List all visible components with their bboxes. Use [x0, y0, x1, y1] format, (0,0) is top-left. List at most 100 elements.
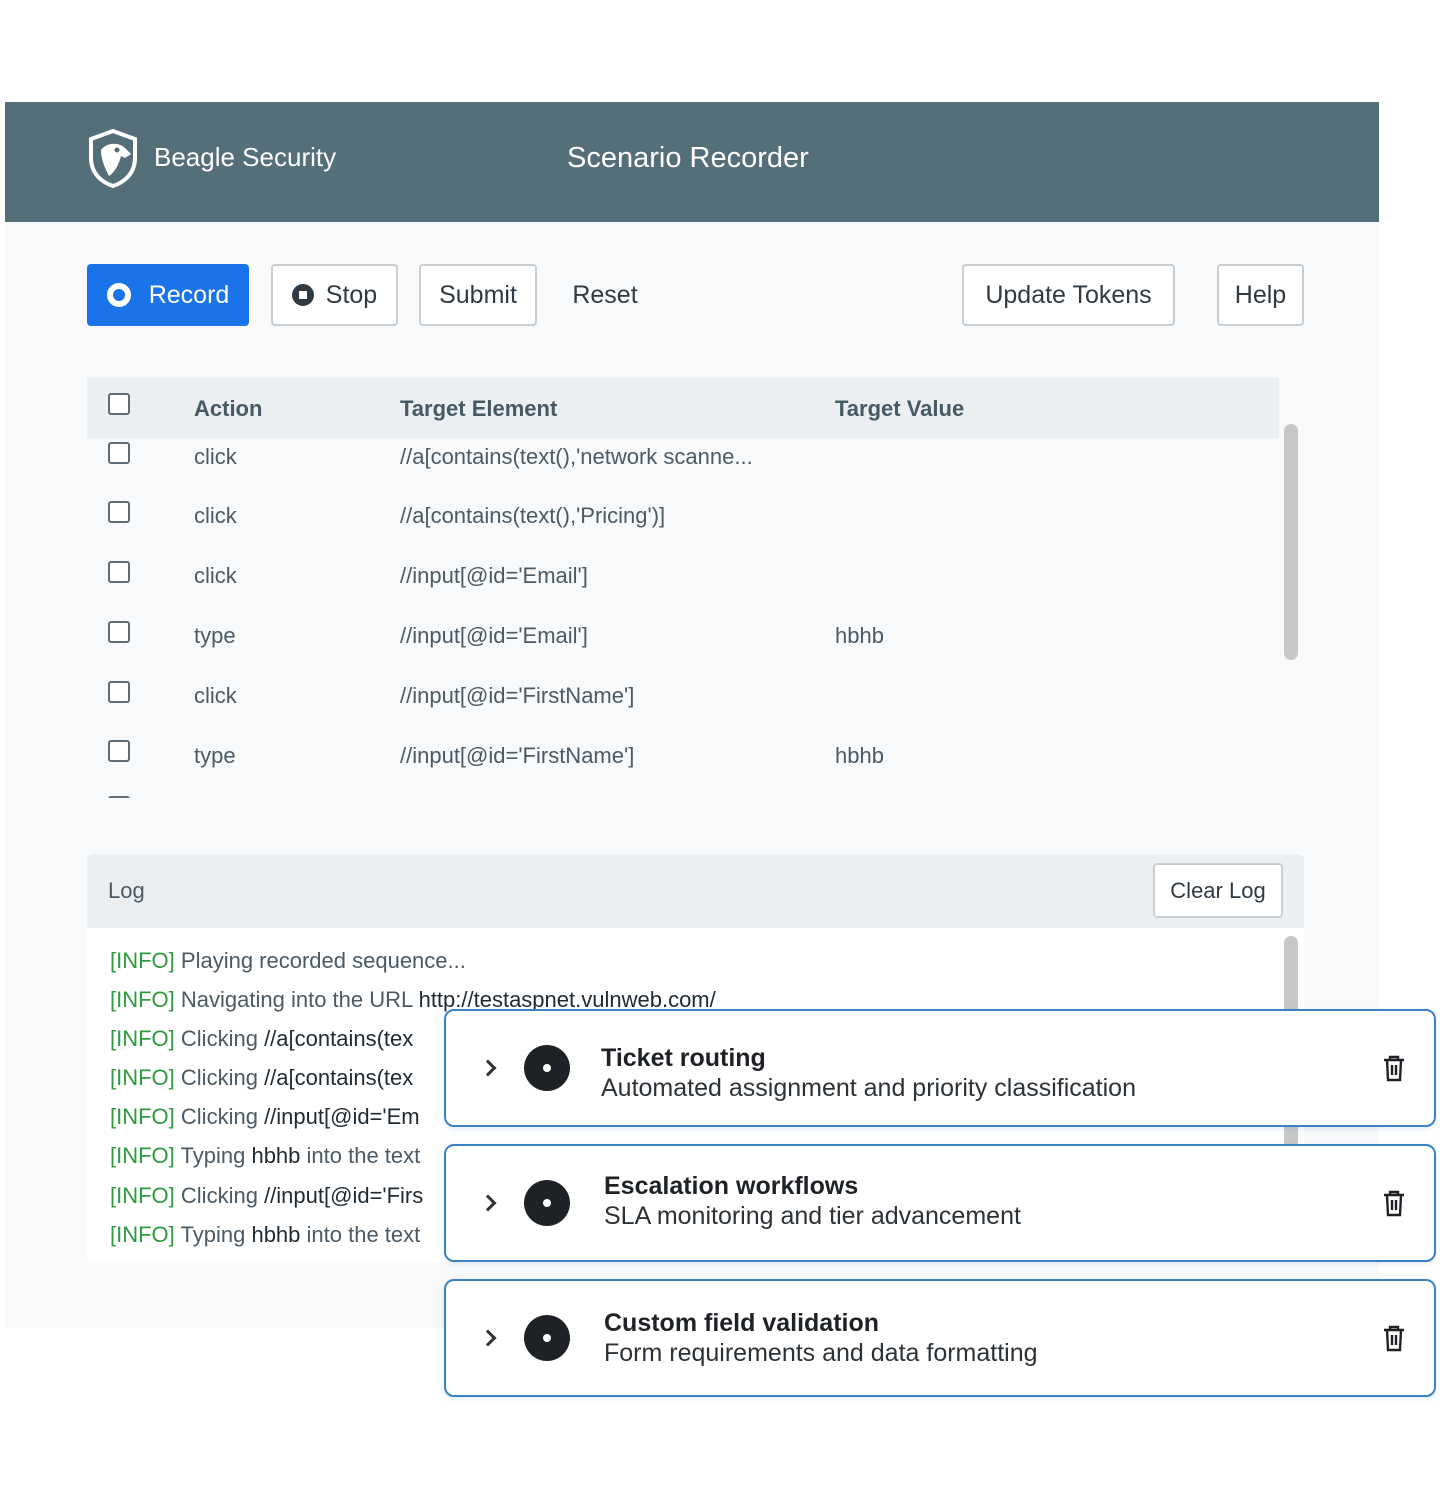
log-message: Typing [180, 1222, 246, 1247]
table-row[interactable]: click //input[@id='FirstName'] [87, 675, 1279, 734]
log-message: Clicking [180, 1183, 258, 1208]
reset-button[interactable]: Reset [553, 264, 657, 326]
card-subtitle: SLA monitoring and tier advancement [604, 1202, 1021, 1230]
table-row[interactable]: click //input[@id='Email'] [87, 556, 1279, 615]
record-button[interactable]: Record [87, 264, 249, 326]
scenario-card-ticket-routing[interactable]: Ticket routing Automated assignment and … [444, 1009, 1436, 1127]
log-line: [INFO] Clicking //a[contains(tex [110, 1065, 413, 1091]
log-message: Clicking [180, 1065, 258, 1090]
row-target: //a[contains(text(),'network scanne... [400, 444, 753, 469]
scenario-card-custom-field-validation[interactable]: Custom field validation Form requirement… [444, 1279, 1436, 1397]
chevron-right-icon[interactable] [479, 1059, 497, 1077]
row-target: //input[@id='Email'] [400, 623, 588, 648]
select-all-checkbox[interactable] [108, 393, 130, 415]
stop-circle-icon [291, 284, 314, 306]
card-subtitle: Form requirements and data formatting [604, 1339, 1038, 1367]
log-tag: [INFO] [110, 1143, 175, 1168]
trash-icon[interactable] [1382, 1324, 1406, 1352]
submit-button[interactable]: Submit [419, 264, 537, 326]
record-label: Record [148, 280, 230, 309]
page-title: Scenario Recorder [567, 142, 809, 174]
table-row[interactable] [87, 794, 1279, 798]
row-target: //input[@id='FirstName'] [400, 743, 635, 768]
log-tag: [INFO] [110, 987, 175, 1012]
chevron-right-icon[interactable] [479, 1194, 497, 1212]
row-checkbox[interactable] [108, 501, 130, 523]
row-checkbox[interactable] [108, 796, 130, 798]
update-tokens-button[interactable]: Update Tokens [962, 264, 1175, 326]
row-action: type [194, 743, 236, 768]
disc-icon [524, 1315, 570, 1361]
column-header-action: Action [194, 396, 263, 421]
log-tag: [INFO] [110, 1183, 175, 1208]
trash-icon[interactable] [1382, 1054, 1406, 1082]
column-header-target-value: Target Value [835, 396, 965, 421]
app-header: Beagle Security Scenario Recorder [5, 102, 1379, 222]
brand-name: Beagle Security [154, 142, 337, 172]
log-detail: //a[contains(tex [264, 1065, 414, 1090]
log-message: Playing recorded sequence... [180, 948, 466, 973]
row-target: //a[contains(text(),'Pricing')] [400, 503, 666, 528]
log-detail: hbhb [251, 1222, 301, 1247]
row-value: hbhb [835, 623, 884, 648]
table-scrollbar-thumb[interactable] [1284, 424, 1298, 660]
row-target: //input[@id='FirstName'] [400, 683, 635, 708]
log-tag: [INFO] [110, 1104, 175, 1129]
log-tag: [INFO] [110, 1065, 175, 1090]
card-subtitle: Automated assignment and priority classi… [601, 1074, 1136, 1102]
row-value: hbhb [835, 743, 884, 768]
log-detail: hbhb [251, 1143, 301, 1168]
log-detail: //input[@id='Em [264, 1104, 420, 1129]
actions-table: Action Target Element Target Value click… [87, 378, 1304, 798]
scenario-card-escalation-workflows[interactable]: Escalation workflows SLA monitoring and … [444, 1144, 1436, 1262]
row-action: type [194, 623, 236, 648]
row-checkbox[interactable] [108, 681, 130, 703]
log-tail: into the text [306, 1222, 421, 1247]
trash-icon[interactable] [1382, 1189, 1406, 1217]
log-message: Clicking [180, 1104, 258, 1129]
row-checkbox[interactable] [108, 621, 130, 643]
log-detail: //a[contains(tex [264, 1026, 414, 1051]
disc-icon [524, 1045, 570, 1091]
help-button[interactable]: Help [1217, 264, 1304, 326]
row-checkbox[interactable] [108, 442, 130, 464]
card-title: Custom field validation [604, 1309, 880, 1337]
row-checkbox[interactable] [108, 561, 130, 583]
clear-log-button[interactable]: Clear Log [1153, 863, 1283, 918]
chevron-right-icon[interactable] [479, 1329, 497, 1347]
beagle-shield-logo-icon [89, 128, 137, 188]
log-tag: [INFO] [110, 1026, 175, 1051]
table-row[interactable]: type //input[@id='Email'] hbhb [87, 616, 1279, 675]
record-circle-icon [106, 283, 131, 307]
row-action: click [194, 503, 237, 528]
log-tag: [INFO] [110, 1222, 175, 1247]
card-title: Ticket routing [601, 1044, 766, 1072]
log-message: Navigating into the URL [180, 987, 413, 1012]
row-action: click [194, 683, 237, 708]
table-row[interactable]: click //a[contains(text(),'Pricing')] [87, 497, 1279, 556]
row-checkbox[interactable] [108, 740, 130, 762]
log-line: [INFO] Clicking //a[contains(tex [110, 1026, 413, 1052]
disc-icon [524, 1180, 570, 1226]
stop-label: Stop [325, 280, 378, 309]
table-header: Action Target Element Target Value [87, 378, 1279, 438]
log-title: Log [108, 878, 145, 903]
log-line: [INFO] Clicking //input[@id='Em [110, 1104, 420, 1130]
row-target: //input[@id='Email'] [400, 563, 588, 588]
log-message: Typing [180, 1143, 246, 1168]
log-message: Clicking [180, 1026, 258, 1051]
column-header-target-element: Target Element [400, 396, 558, 421]
log-header: Log Clear Log [87, 854, 1304, 928]
log-tail: into the text [306, 1143, 421, 1168]
row-action: click [194, 563, 237, 588]
stop-button[interactable]: Stop [271, 264, 398, 326]
table-row[interactable]: click //a[contains(text(),'network scann… [87, 438, 1279, 497]
card-title: Escalation workflows [604, 1172, 859, 1200]
row-action: click [194, 444, 237, 469]
log-line: [INFO] Typing hbhb into the text [110, 1222, 420, 1248]
log-line: [INFO] Clicking //input[@id='Firs [110, 1183, 423, 1209]
log-detail: //input[@id='Firs [264, 1183, 424, 1208]
log-line: [INFO] Playing recorded sequence... [110, 948, 466, 974]
table-row[interactable]: type //input[@id='FirstName'] hbhb [87, 735, 1279, 794]
log-line: [INFO] Typing hbhb into the text [110, 1143, 420, 1169]
